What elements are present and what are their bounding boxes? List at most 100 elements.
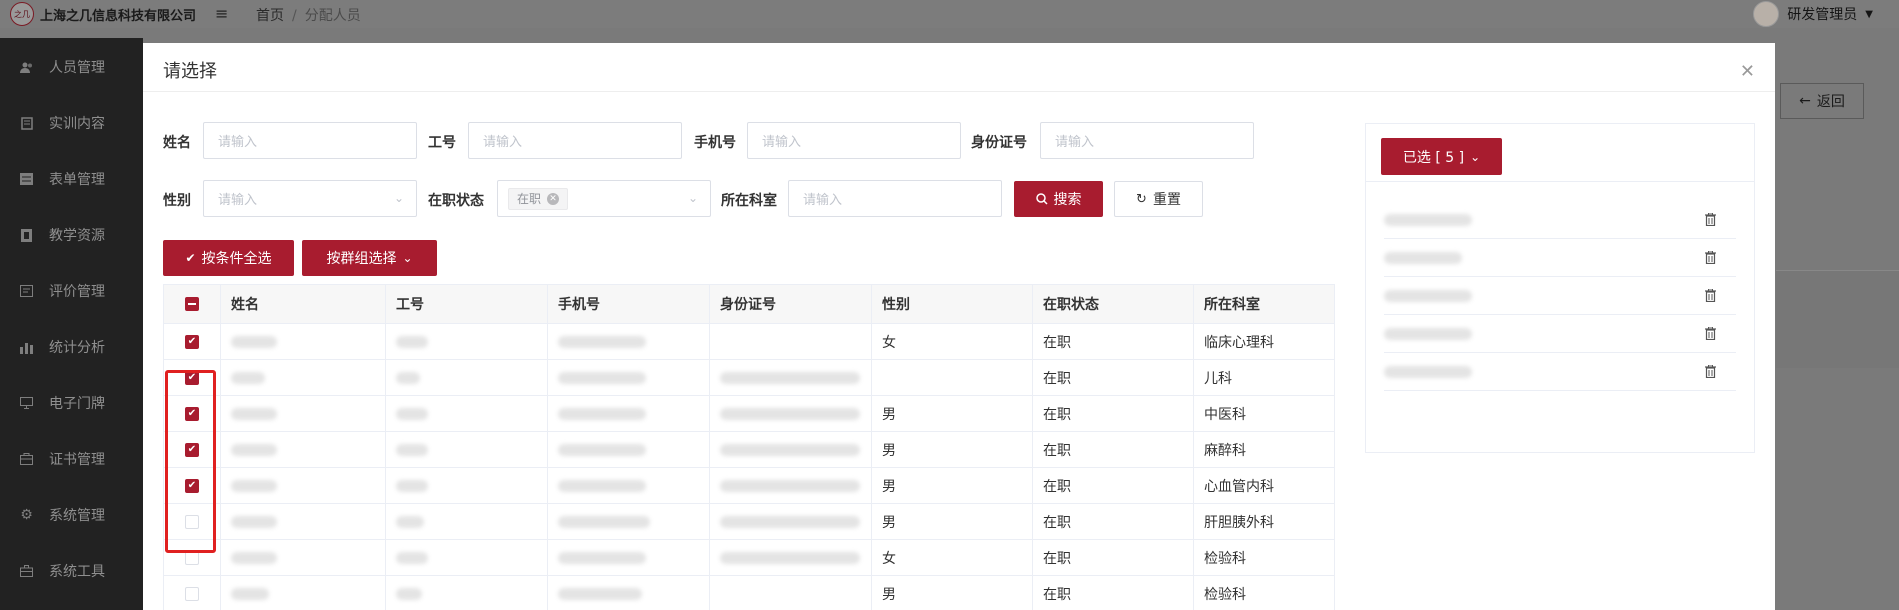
id-cell (386, 360, 548, 395)
table-row[interactable]: 男在职 肝胆胰外科 (163, 504, 1335, 540)
redacted-id-card (720, 515, 860, 528)
id-cell (386, 432, 548, 467)
logo-mark: 之几 (10, 2, 34, 26)
sex-label: 性别 (163, 193, 191, 209)
card-cell (710, 324, 872, 359)
table-row[interactable]: ✔ 男在职 中医科 (163, 396, 1335, 432)
trash-icon[interactable] (1705, 327, 1716, 340)
chevron-down-icon: ⌄ (1470, 149, 1481, 164)
chevron-down-icon: ⌄ (402, 251, 413, 265)
redacted-phone (558, 515, 650, 528)
selected-panel-header: 已选 [ 5 ] ⌄ (1366, 124, 1754, 182)
redacted-selected-name (1384, 289, 1472, 302)
phone-cell (548, 576, 710, 610)
search-button[interactable]: 搜索 (1014, 181, 1103, 217)
table-row[interactable]: 女在职 检验科 (163, 540, 1335, 576)
user-menu[interactable]: 研发管理员 ▼ (1753, 1, 1873, 27)
phone-cell (548, 360, 710, 395)
select-all-checkbox[interactable] (185, 297, 199, 311)
toolbox-icon (20, 565, 33, 578)
sidebar-item-label: 系统工具 (49, 564, 105, 580)
caret-down-icon: ▼ (1865, 8, 1873, 20)
column-header: 姓名 (221, 285, 386, 323)
avatar (1753, 1, 1780, 27)
redacted-selected-name (1384, 327, 1472, 340)
card-input[interactable]: 请输入 (1040, 122, 1254, 159)
redacted-selected-name (1384, 213, 1472, 226)
trash-icon[interactable] (1705, 251, 1716, 264)
phone-input[interactable]: 请输入 (747, 122, 961, 159)
sex-placeholder: 请输入 (218, 193, 258, 208)
top-bar: 之几 上海之几信息科技有限公司 ≡ 首页 / 分配人员 研发管理员 ▼ (0, 0, 1899, 28)
trash-icon[interactable] (1705, 289, 1716, 302)
column-header: 手机号 (548, 285, 710, 323)
sex-cell: 男 (872, 504, 1033, 539)
select-by-group-button[interactable]: 按群组选择 ⌄ (302, 240, 437, 276)
table-row[interactable]: ✔ 在职 儿科 (163, 360, 1335, 396)
name-cell (221, 540, 386, 575)
phone-cell (548, 324, 710, 359)
redacted-phone (558, 587, 642, 600)
redacted-selected-name (1384, 251, 1462, 264)
dept-cell: 中医科 (1204, 406, 1246, 423)
sidebar-item-doorplate[interactable]: 电子门牌 (20, 393, 105, 413)
redacted-id (396, 407, 428, 420)
sidebar-item-training[interactable]: 实训内容 (20, 113, 105, 133)
select-dialog: 请选择 ✕ 姓名 请输入 工号 请输入 手机号 请输入 身份证号 请输入 性别 … (143, 43, 1775, 610)
sidebar-item-resources[interactable]: 教学资源 (20, 225, 105, 245)
tag-close-icon[interactable]: ✕ (547, 192, 560, 205)
card-cell (710, 468, 872, 503)
sex-cell: 男 (872, 396, 1033, 431)
sidebar-item-system[interactable]: ⚙ 系统管理 (20, 505, 105, 525)
selection-highlight-box (165, 370, 216, 553)
arrow-left-icon: ← (1799, 93, 1811, 109)
redacted-name (231, 515, 277, 528)
sidebar-item-label: 统计分析 (49, 340, 105, 356)
selected-count-button[interactable]: 已选 [ 5 ] ⌄ (1381, 138, 1502, 175)
trash-icon[interactable] (1705, 213, 1716, 226)
sidebar-item-label: 评价管理 (49, 284, 105, 300)
close-icon[interactable]: ✕ (1740, 63, 1755, 81)
name-input[interactable]: 请输入 (203, 122, 417, 159)
status-cell: 在职 (1033, 576, 1194, 610)
sidebar-item-forms[interactable]: 表单管理 (20, 169, 105, 189)
selected-count-label: 已选 [ 5 ] (1402, 149, 1465, 166)
id-input[interactable]: 请输入 (468, 122, 682, 159)
status-select[interactable]: 在职 ✕ ⌄ (497, 180, 711, 217)
status-label: 在职状态 (428, 193, 484, 209)
redacted-name (231, 587, 269, 600)
dept-input[interactable]: 请输入 (788, 180, 1002, 217)
row-checkbox-cell (164, 576, 221, 610)
row-checkbox[interactable] (185, 586, 199, 601)
dept-cell: 心血管内科 (1204, 478, 1274, 495)
sex-cell: 男 (872, 468, 1033, 503)
logo: 之几 上海之几信息科技有限公司 (10, 2, 196, 26)
table-row[interactable]: ✔ 男在职 心血管内科 (163, 468, 1335, 504)
select-all-by-condition-button[interactable]: ✔ 按条件全选 (163, 240, 294, 276)
trash-icon[interactable] (1705, 365, 1716, 378)
sidebar-item-certificates[interactable]: 证书管理 (20, 449, 105, 469)
row-checkbox[interactable]: ✔ (185, 334, 199, 349)
reset-button[interactable]: ↻ 重置 (1114, 181, 1203, 217)
menu-toggle-icon[interactable]: ≡ (215, 4, 228, 23)
name-cell (221, 576, 386, 610)
sidebar-item-reviews[interactable]: 评价管理 (20, 281, 105, 301)
back-button[interactable]: ← 返回 (1780, 83, 1864, 119)
sidebar-item-label: 电子门牌 (49, 396, 105, 412)
table-row[interactable]: 男在职 检验科 (163, 576, 1335, 610)
sidebar-item-users[interactable]: 人员管理 (20, 57, 105, 77)
sidebar-item-label: 人员管理 (49, 60, 105, 76)
table-body: ✔ 女在职 临床心理科 ✔ 在职 儿科 ✔ 男在职 中医科 ✔ 男在职 麻醉科 ✔ 男在职 心血管内科男在职… (163, 324, 1335, 610)
breadcrumb-home[interactable]: 首页 (256, 8, 284, 24)
selected-item (1384, 315, 1736, 353)
selected-item (1384, 201, 1736, 239)
table-row[interactable]: ✔ 男在职 麻醉科 (163, 432, 1335, 468)
chevron-down-icon: ⌄ (393, 191, 404, 205)
sex-select[interactable]: 请输入 ⌄ (203, 180, 417, 217)
column-header: 所在科室 (1204, 297, 1260, 313)
table-row[interactable]: ✔ 女在职 临床心理科 (163, 324, 1335, 360)
sidebar-item-tools[interactable]: 系统工具 (20, 561, 105, 581)
card-cell (710, 576, 872, 610)
sidebar-item-statistics[interactable]: 统计分析 (20, 337, 105, 357)
name-cell (221, 468, 386, 503)
